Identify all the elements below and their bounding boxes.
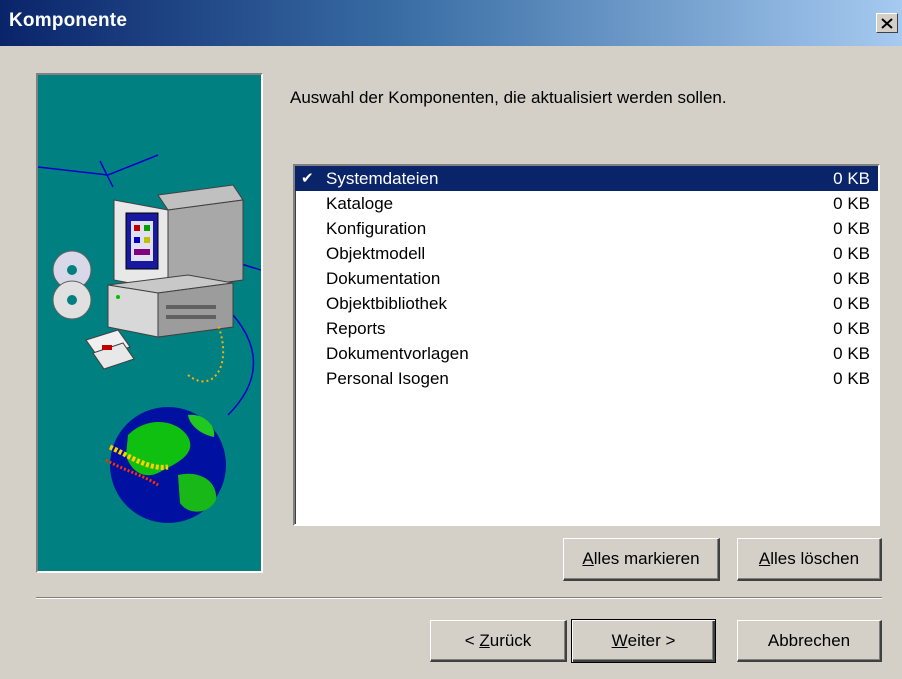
cd-icon: [52, 250, 92, 320]
side-illustration: [36, 73, 263, 573]
component-size: 0 KB: [833, 369, 870, 388]
list-item[interactable]: Objektbibliothek 0 KB: [295, 291, 878, 316]
component-name: Personal Isogen: [326, 369, 449, 388]
setup-illustration: [38, 154, 261, 523]
select-all-label: lles markieren: [593, 549, 700, 568]
list-item[interactable]: Kataloge 0 KB: [295, 191, 878, 216]
back-mnemonic: Z: [479, 630, 490, 650]
component-size: 0 KB: [833, 344, 870, 363]
separator: [36, 597, 882, 599]
component-size: 0 KB: [833, 244, 870, 263]
list-item[interactable]: Konfiguration 0 KB: [295, 216, 878, 241]
installer-dialog: Komponente Auswahl der Komponenten, die …: [0, 0, 902, 679]
select-all-mnemonic: A: [582, 549, 594, 568]
computer-icon: [107, 184, 244, 338]
cancel-button[interactable]: Abbrechen: [737, 620, 882, 662]
floppy-disk-icon: [85, 329, 135, 370]
back-prefix: <: [464, 630, 480, 650]
component-name: Objektbibliothek: [326, 294, 447, 313]
window-title: Komponente: [9, 10, 128, 31]
component-size: 0 KB: [833, 169, 870, 188]
list-item[interactable]: Objektmodell 0 KB: [295, 241, 878, 266]
title-bar[interactable]: Komponente: [0, 0, 902, 46]
instruction-text: Auswahl der Komponenten, die aktualisier…: [290, 88, 727, 107]
list-item[interactable]: ✔ Systemdateien 0 KB: [295, 166, 878, 191]
back-button[interactable]: < Zurück: [430, 620, 567, 662]
check-icon: ✔: [301, 170, 314, 187]
clear-all-button[interactable]: Alles löschen: [737, 538, 882, 581]
next-button[interactable]: Weiter >: [571, 619, 716, 663]
component-size: 0 KB: [833, 269, 870, 288]
component-name: Dokumentvorlagen: [326, 344, 469, 363]
component-name: Reports: [326, 319, 386, 338]
component-name: Konfiguration: [326, 219, 427, 238]
next-mnemonic: W: [611, 631, 628, 650]
clear-all-label: lles löschen: [770, 549, 860, 568]
list-item[interactable]: Reports 0 KB: [295, 316, 878, 341]
close-icon: [881, 17, 893, 29]
cancel-label: Abbrechen: [767, 630, 851, 650]
list-item[interactable]: Dokumentvorlagen 0 KB: [295, 341, 878, 366]
close-button[interactable]: [876, 13, 898, 33]
component-list[interactable]: ✔ Systemdateien 0 KB Kataloge 0 KB Konfi…: [293, 164, 880, 526]
back-label: urück: [489, 630, 532, 650]
component-name: Dokumentation: [326, 269, 441, 288]
clear-all-mnemonic: A: [758, 549, 771, 568]
component-name: Kataloge: [326, 194, 394, 213]
component-size: 0 KB: [833, 319, 870, 338]
component-size: 0 KB: [833, 219, 870, 238]
component-size: 0 KB: [833, 294, 870, 313]
next-label: eiter >: [627, 631, 676, 650]
component-name: Systemdateien: [326, 169, 439, 188]
list-item[interactable]: Personal Isogen 0 KB: [295, 366, 878, 391]
list-item[interactable]: Dokumentation 0 KB: [295, 266, 878, 291]
component-name: Objektmodell: [326, 244, 426, 263]
component-size: 0 KB: [833, 194, 870, 213]
select-all-button[interactable]: Alles markieren: [563, 538, 720, 581]
